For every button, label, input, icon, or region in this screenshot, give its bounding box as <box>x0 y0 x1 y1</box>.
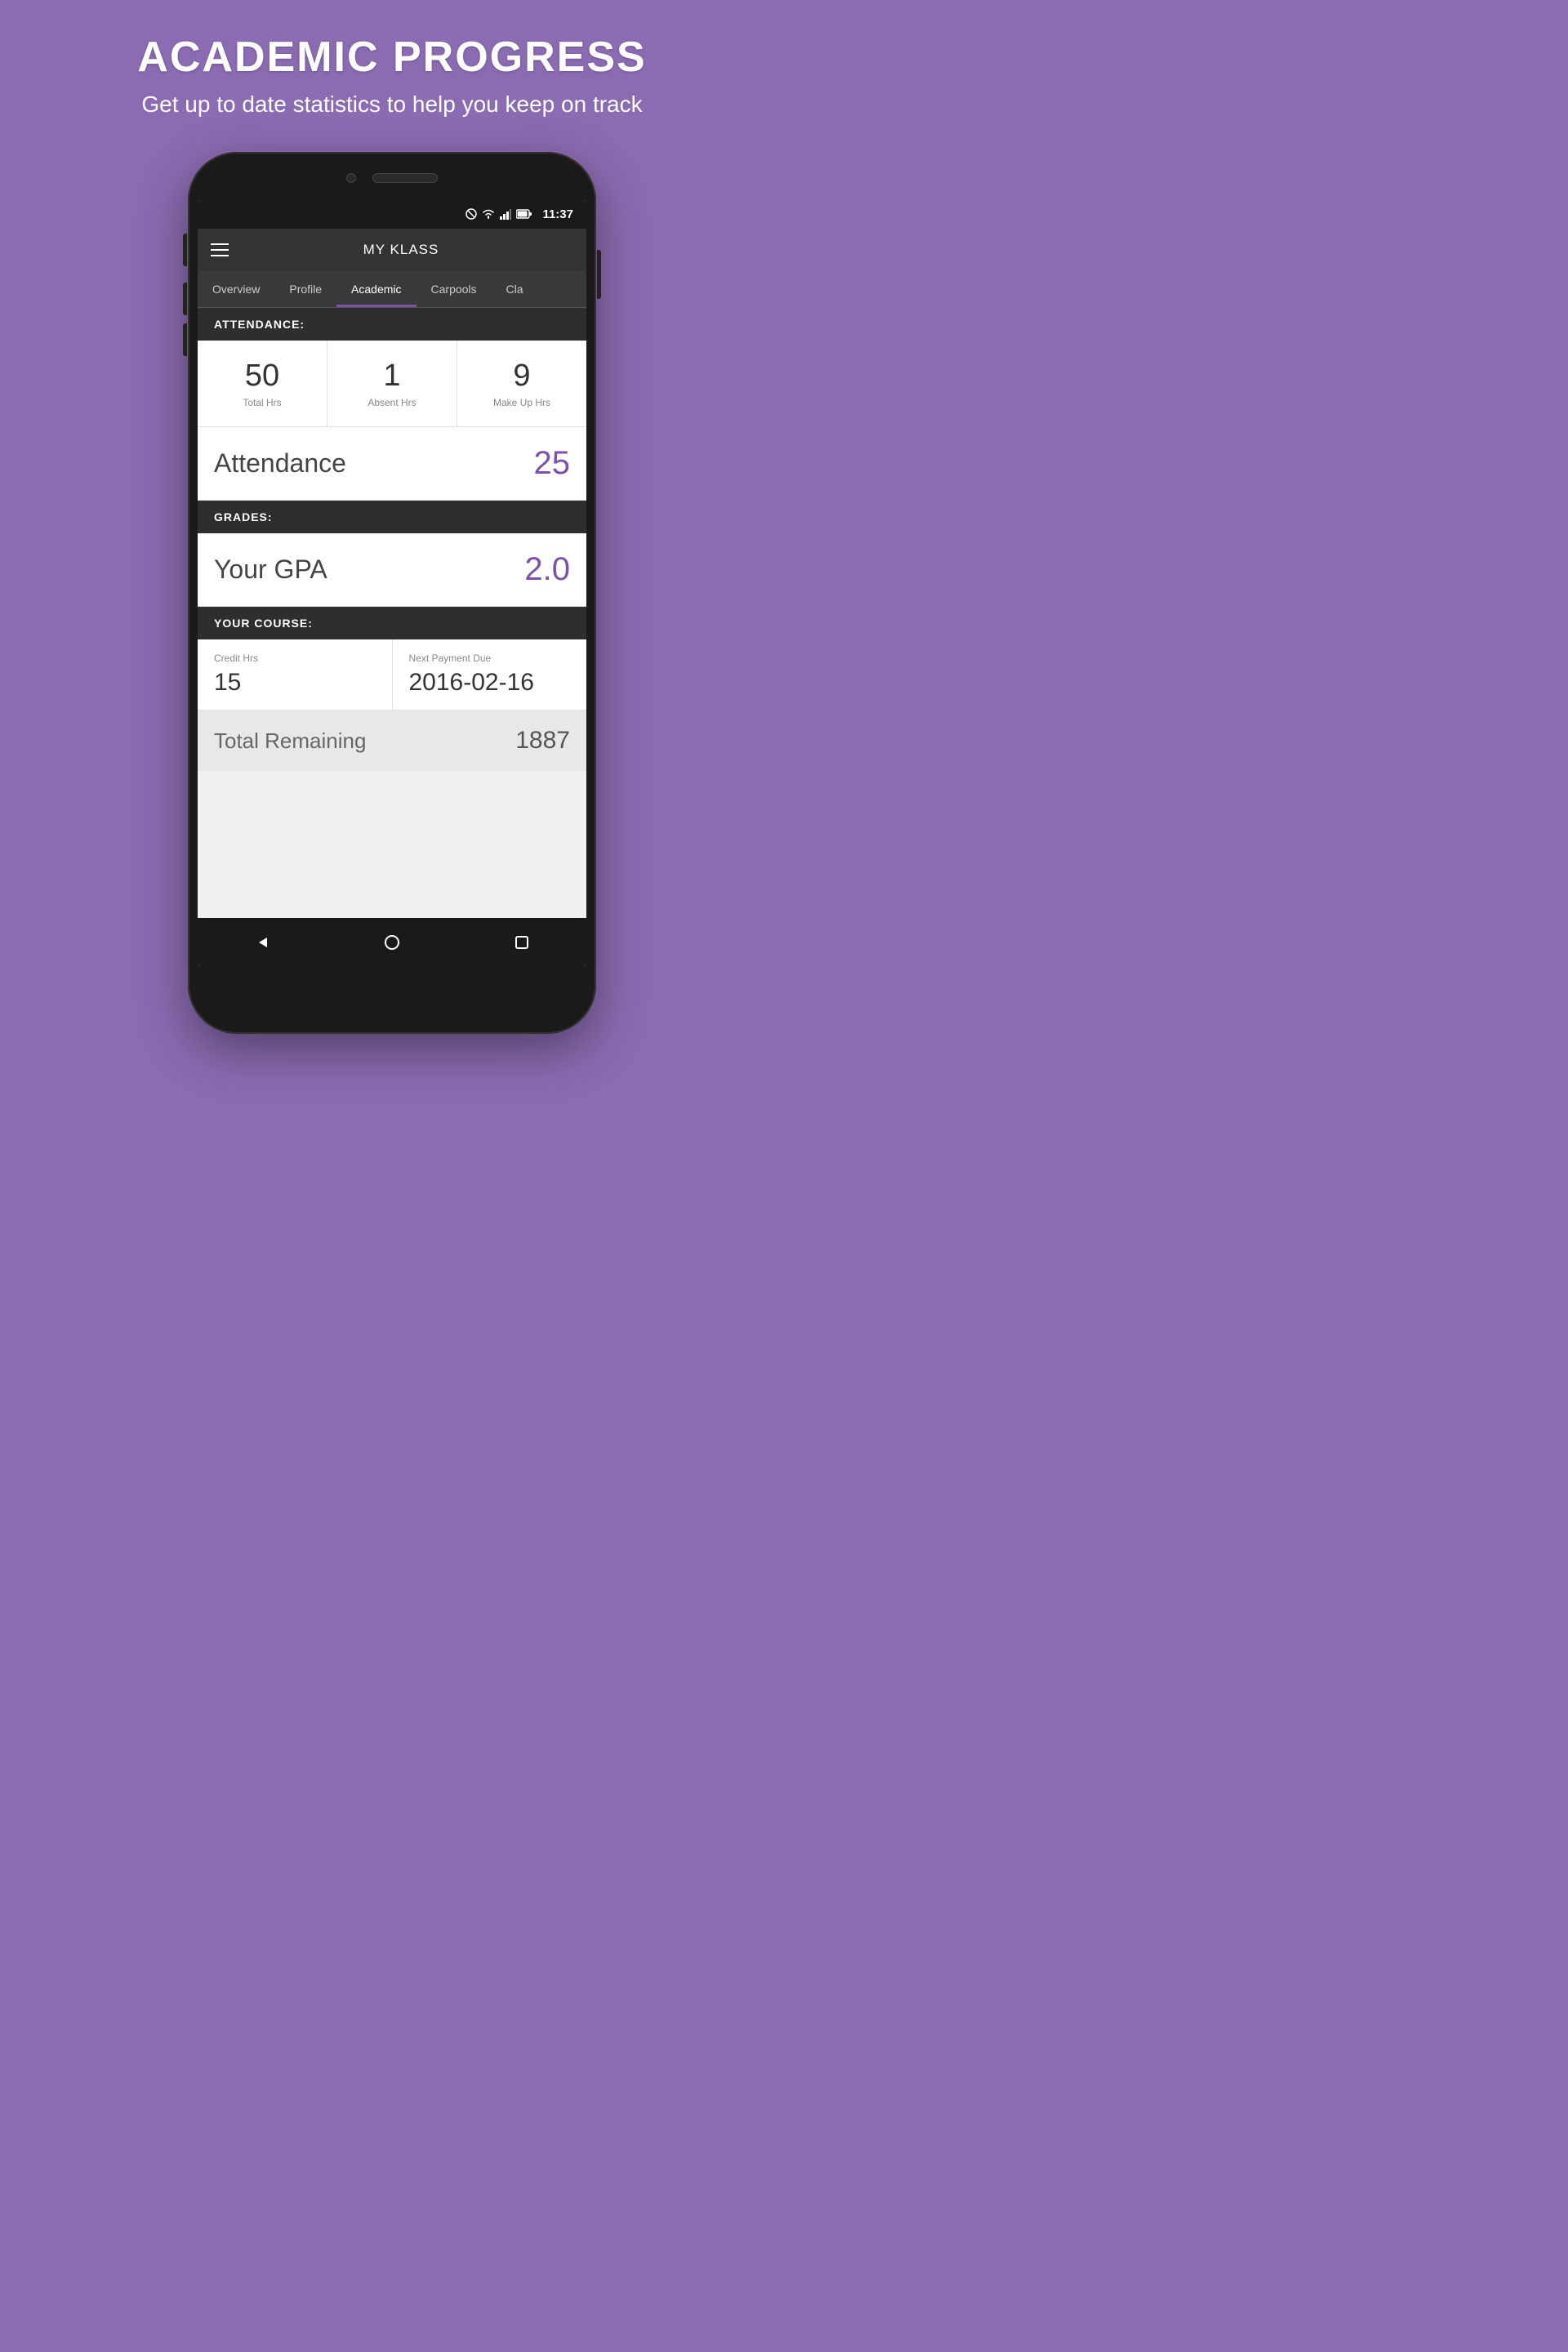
attendance-metric-row: Attendance 25 <box>198 427 586 501</box>
home-button[interactable] <box>376 926 408 959</box>
recent-icon <box>512 933 532 952</box>
app-title: MY KLASS <box>229 242 573 258</box>
bottom-nav <box>198 918 586 967</box>
gpa-row: Your GPA 2.0 <box>198 533 586 607</box>
phone-frame: 11:37 MY KLASS Overview Profile Academic… <box>188 152 596 1034</box>
page-subtitle: Get up to date statistics to help you ke… <box>137 90 646 119</box>
credit-hrs-cell-value: 15 <box>214 669 241 696</box>
status-icons <box>466 208 532 220</box>
attendance-section-header: ATTENDANCE: <box>198 308 586 341</box>
phone-speaker <box>372 173 438 183</box>
course-row: Credit Hrs 15 Next Payment Due 2016-02-1… <box>198 639 586 710</box>
recent-button[interactable] <box>506 926 538 959</box>
attendance-stats-row: 50 Total Hrs 1 Absent Hrs 9 Make Up Hrs <box>198 341 586 427</box>
credit-hrs-cell: Credit Hrs 15 <box>198 639 393 710</box>
attendance-value: 25 <box>534 445 571 482</box>
signal-icon <box>500 208 511 220</box>
status-bar: 11:37 <box>198 199 586 229</box>
back-icon <box>252 933 272 952</box>
gpa-label: Your GPA <box>214 555 327 585</box>
page-header: ACADEMIC PROGRESS Get up to date statist… <box>121 0 662 136</box>
makeup-hrs-value: 9 <box>466 359 578 394</box>
hamburger-menu[interactable] <box>211 243 229 256</box>
tab-overview[interactable]: Overview <box>198 271 274 307</box>
tab-carpools[interactable]: Carpools <box>416 271 492 307</box>
app-bar: MY KLASS <box>198 229 586 271</box>
phone-screen: 11:37 MY KLASS Overview Profile Academic… <box>198 199 586 967</box>
payment-cell: Next Payment Due 2016-02-16 <box>393 639 587 710</box>
battery-icon <box>516 208 532 220</box>
credit-hrs-cell-label: Credit Hrs <box>214 653 376 664</box>
total-hrs-value: 50 <box>206 359 318 394</box>
absent-hrs-value: 1 <box>336 359 448 394</box>
phone-top-bar <box>198 162 586 194</box>
total-hrs-label: Total Hrs <box>206 397 318 408</box>
course-section-header: YOUR COURSE: <box>198 607 586 639</box>
signal-blocked-icon <box>466 208 477 220</box>
makeup-hrs-label: Make Up Hrs <box>466 397 578 408</box>
page-title: ACADEMIC PROGRESS <box>137 33 646 82</box>
makeup-hrs-cell: 9 Make Up Hrs <box>457 341 586 426</box>
absent-hrs-label: Absent Hrs <box>336 397 448 408</box>
payment-cell-label: Next Payment Due <box>409 653 571 664</box>
status-time: 11:37 <box>542 207 573 221</box>
total-hrs-cell: 50 Total Hrs <box>198 341 327 426</box>
wifi-icon <box>482 208 495 220</box>
remaining-preview: Total Remaining 1887 <box>198 710 586 771</box>
remaining-label: Total Remaining <box>214 728 366 754</box>
home-icon <box>382 933 402 952</box>
remaining-value: 1887 <box>515 727 570 755</box>
absent-hrs-cell: 1 Absent Hrs <box>327 341 457 426</box>
back-button[interactable] <box>246 926 278 959</box>
tab-academic[interactable]: Academic <box>336 271 416 307</box>
gpa-value: 2.0 <box>524 551 570 588</box>
tab-profile[interactable]: Profile <box>274 271 336 307</box>
payment-cell-value: 2016-02-16 <box>409 669 534 696</box>
screen-content: ATTENDANCE: 50 Total Hrs 1 Absent Hrs 9 … <box>198 308 586 918</box>
attendance-label: Attendance <box>214 448 346 479</box>
grades-section-header: GRADES: <box>198 501 586 533</box>
tabs-bar: Overview Profile Academic Carpools Cla <box>198 271 586 308</box>
phone-camera <box>346 173 356 183</box>
tab-classes[interactable]: Cla <box>492 271 538 307</box>
